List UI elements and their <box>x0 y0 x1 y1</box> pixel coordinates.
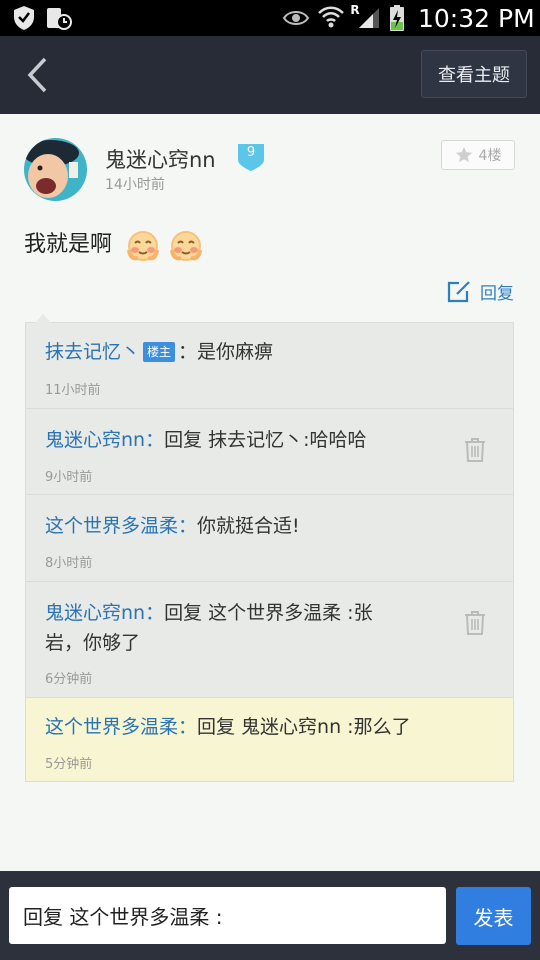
comment-time: 9小时前 <box>45 470 93 485</box>
comment-item[interactable]: 鬼迷心窍nn：回复 抹去记忆丶:哈哈哈 9小时前 <box>26 409 513 495</box>
back-button[interactable] <box>14 52 60 98</box>
post-time: 14小时前 <box>105 177 165 193</box>
star-icon <box>455 146 472 163</box>
comment-text: 这个世界多温柔：你就挺合适! <box>45 515 300 537</box>
eye-icon <box>282 0 310 36</box>
view-topic-button[interactable]: 查看主题 <box>421 50 527 98</box>
reply-bar: 回复 这个世界多温柔 : 发表 <box>0 871 540 960</box>
floor-badge[interactable]: 4楼 <box>441 140 515 170</box>
reply-label: 回复 <box>480 284 514 304</box>
chevron-left-icon <box>27 57 47 93</box>
delete-trash-icon[interactable] <box>463 610 487 636</box>
clock-time: 10:32 PM <box>418 3 535 33</box>
smile-emoji-icon <box>169 226 203 262</box>
comment-time: 6分钟前 <box>45 672 93 687</box>
comment-list: 抹去记忆丶 楼主 ：是你麻痹 11小时前 鬼迷心窍nn：回复 抹去记忆丶:哈哈哈 9… <box>25 314 514 782</box>
comment-time: 5分钟前 <box>45 757 93 772</box>
comment-time: 11小时前 <box>45 383 101 398</box>
comment-item-highlighted[interactable]: 这个世界多温柔：回复 鬼迷心窍nn :那么了 5分钟前 <box>26 698 513 781</box>
comment-author[interactable]: 这个世界多温柔： <box>45 515 197 537</box>
title-bar: 查看主题 <box>0 36 540 114</box>
screenshot-clock-icon <box>44 0 74 36</box>
comment-text: 鬼迷心窍nn：回复 这个世界多温柔 :张 <box>45 602 373 624</box>
comment-item[interactable]: 抹去记忆丶 楼主 ：是你麻痹 11小时前 <box>26 323 513 409</box>
reply-input[interactable]: 回复 这个世界多温柔 : <box>9 887 446 944</box>
smile-emoji-icon <box>126 226 160 262</box>
status-bar: R 10:32 PM <box>0 0 540 36</box>
battery-charging-icon <box>386 0 408 36</box>
comment-item[interactable]: 这个世界多温柔：你就挺合适! 8小时前 <box>26 495 513 582</box>
post-username[interactable]: 鬼迷心窍nn <box>105 144 216 174</box>
comment-author[interactable]: 这个世界多温柔： <box>45 716 197 738</box>
avatar[interactable] <box>24 138 87 201</box>
op-tag: 楼主 <box>143 342 176 362</box>
comment-text: 鬼迷心窍nn：回复 抹去记忆丶:哈哈哈 <box>45 429 367 451</box>
comment-author[interactable]: 鬼迷心窍nn： <box>45 429 164 451</box>
edit-icon <box>447 280 470 302</box>
comment-author[interactable]: 抹去记忆丶 <box>45 341 140 363</box>
comment-text-continued: 岩，你够了 <box>45 632 141 654</box>
comment-item[interactable]: 鬼迷心窍nn：回复 这个世界多温柔 :张 岩，你够了 6分钟前 <box>26 582 513 698</box>
comment-time: 8小时前 <box>45 556 93 571</box>
comment-text: 这个世界多温柔：回复 鬼迷心窍nn :那么了 <box>45 716 411 738</box>
signal-icon <box>356 0 382 36</box>
wifi-icon <box>316 0 346 36</box>
post-detail: 鬼迷心窍nn 9 14小时前 4楼 我就是啊 回复 抹去记忆丶 楼主 ：是你麻痹 1… <box>0 114 540 871</box>
delete-trash-icon[interactable] <box>463 437 487 463</box>
send-button[interactable]: 发表 <box>456 887 531 945</box>
shield-icon <box>10 0 38 36</box>
comment-text: 抹去记忆丶 楼主 ：是你麻痹 <box>45 341 274 363</box>
post-text: 我就是啊 <box>24 232 113 257</box>
comment-author[interactable]: 鬼迷心窍nn： <box>45 602 164 624</box>
level-badge: 9 <box>235 142 267 172</box>
reply-button[interactable]: 回复 <box>446 279 514 304</box>
level-number: 9 <box>246 145 256 160</box>
floor-number: 4楼 <box>478 148 502 164</box>
